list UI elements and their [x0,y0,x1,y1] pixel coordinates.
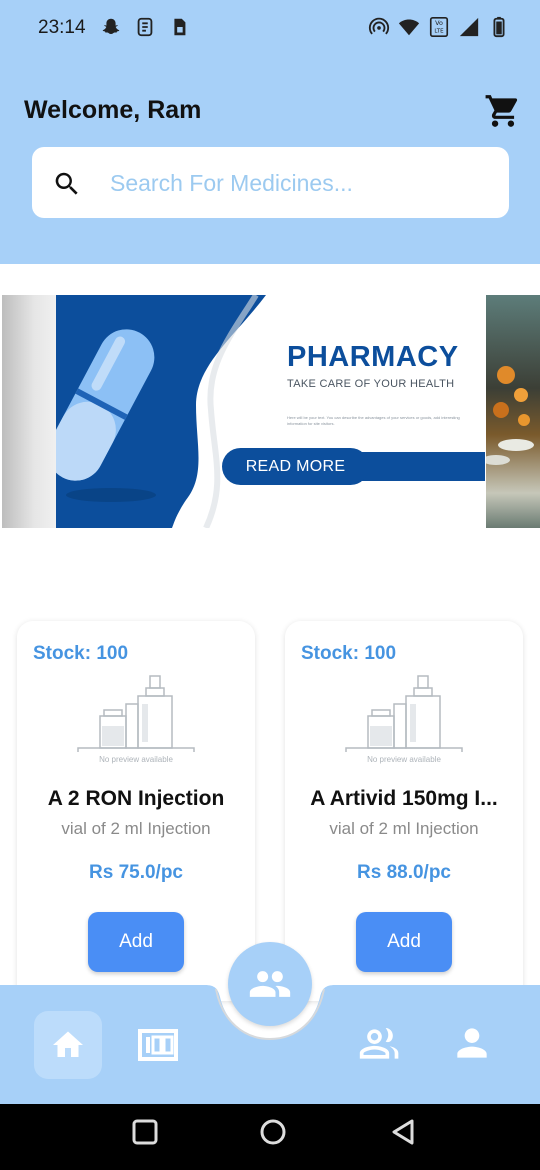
add-to-cart-button[interactable]: Add [356,912,452,972]
hotspot-icon [368,17,390,35]
stock-label: Stock: 100 [301,643,397,664]
sim-toolkit-icon [137,17,153,37]
product-image-placeholder: No preview available [344,674,464,768]
banner-title: PHARMACY [287,341,459,373]
group-fab-button[interactable] [228,942,312,1026]
users-icon[interactable] [358,1022,402,1066]
recents-icon[interactable] [130,1117,160,1147]
svg-text:Vo: Vo [435,19,443,27]
sd-card-icon [174,18,186,36]
welcome-text: Welcome, Ram [24,96,202,124]
nav-home[interactable] [34,1011,102,1079]
product-price: Rs 88.0/pc [357,862,451,883]
snapchat-icon [102,18,120,35]
add-to-cart-button[interactable]: Add [88,912,184,972]
status-time: 23:14 [38,17,86,38]
product-description: vial of 2 ml Injection [61,819,211,838]
profile-icon[interactable] [450,1021,494,1065]
search-icon [55,172,78,195]
product-card[interactable]: Stock: 100 No preview available A 2 RON … [17,621,255,1001]
signal-icon [459,17,479,37]
bottom-navigation [0,942,540,1105]
battery-icon [493,16,505,38]
stock-label: Stock: 100 [33,643,129,664]
home-icon [53,1031,83,1057]
wifi-icon [398,19,420,36]
bottle-icon [77,675,195,752]
search-box[interactable] [32,147,509,218]
status-bar: 23:14 Vo LTE [0,0,540,56]
banner-background-art [56,295,485,528]
bottle-icon [345,675,463,752]
product-name: A Artivid 150mg I... [310,787,498,810]
no-preview-text: No preview available [367,755,441,764]
product-price: Rs 75.0/pc [89,862,183,883]
banner-carousel[interactable]: PHARMACY TAKE CARE OF YOUR HEALTH Here w… [0,295,540,528]
banner-slide-next[interactable] [486,295,540,528]
stock-counter-icon[interactable] [136,1023,180,1067]
android-home-icon[interactable] [258,1117,288,1147]
banner-slide-previous[interactable] [2,295,56,528]
product-card[interactable]: Stock: 100 No preview available A Artivi… [285,621,523,1001]
status-left-icons [100,16,190,38]
product-description: vial of 2 ml Injection [329,819,479,838]
svg-text:LTE: LTE [434,29,444,35]
pills-image [486,366,534,465]
search-input[interactable] [110,165,490,201]
header: Welcome, Ram [0,56,540,264]
banner-slide-pharmacy[interactable]: PHARMACY TAKE CARE OF YOUR HEALTH Here w… [56,295,485,528]
back-icon[interactable] [388,1117,418,1147]
no-preview-text: No preview available [99,755,173,764]
cart-icon[interactable] [484,92,522,130]
volte-icon: Vo LTE [429,17,449,37]
read-more-button[interactable]: READ MORE [222,448,369,485]
group-icon [249,971,291,997]
banner-subtitle: TAKE CARE OF YOUR HEALTH [287,378,455,390]
banner-body: Here will be your text. You can describe… [287,415,460,426]
status-right-icons: Vo LTE [368,16,510,38]
android-navigation-bar [0,1104,540,1170]
product-name: A 2 RON Injection [47,787,225,810]
product-image-placeholder: No preview available [76,674,196,768]
